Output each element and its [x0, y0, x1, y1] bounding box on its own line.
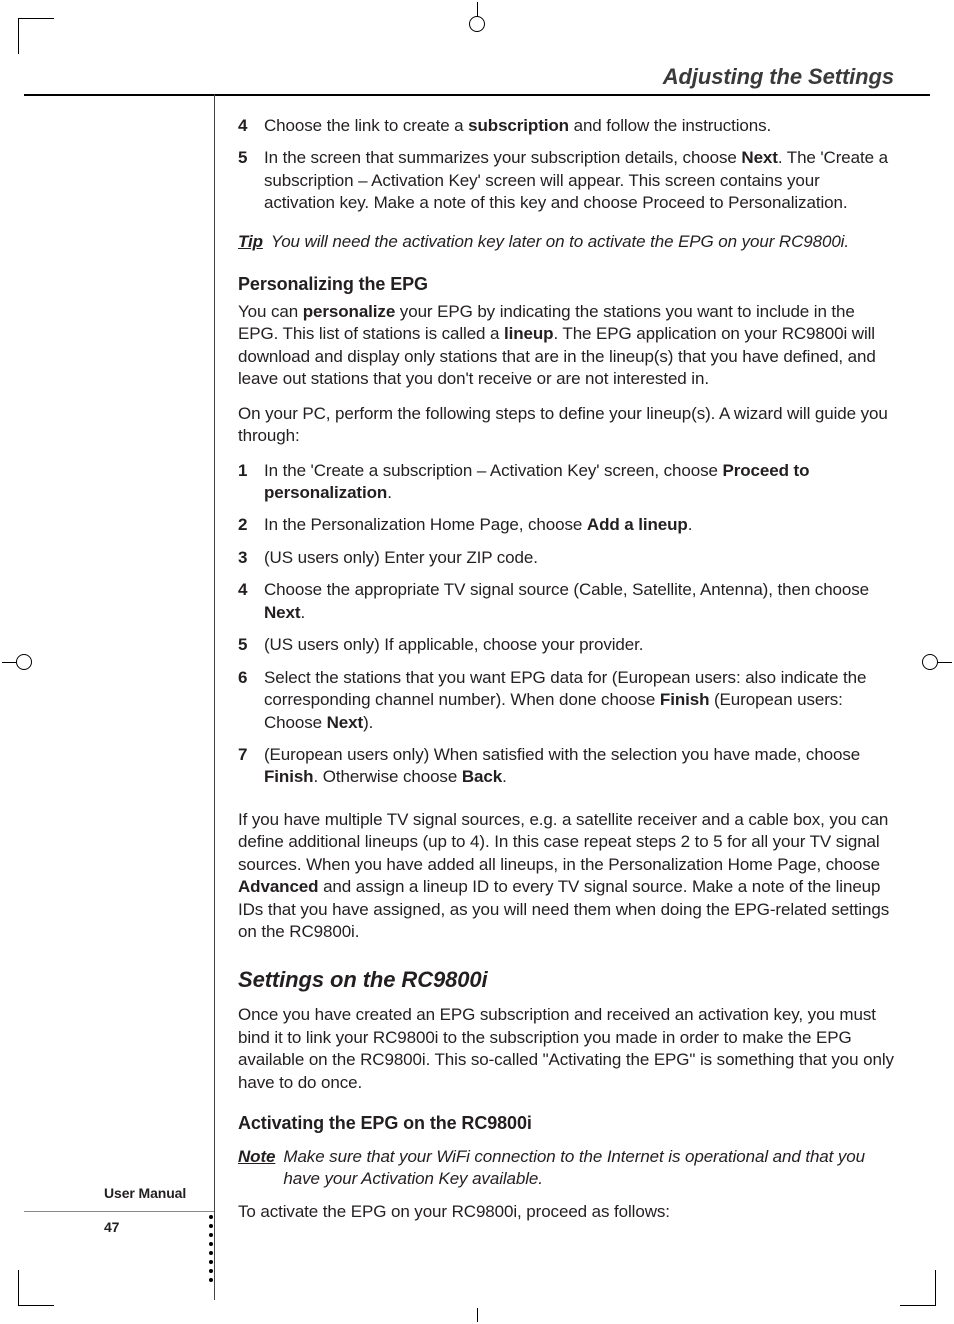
step-4: 4 Choose the link to create a subscripti…	[238, 115, 894, 137]
step-2: 2 In the Personalization Home Page, choo…	[238, 514, 894, 536]
step-1: 1 In the 'Create a subscription – Activa…	[238, 460, 894, 505]
subheading-activating: Activating the EPG on the RC9800i	[238, 1112, 894, 1136]
heading-settings: Settings on the RC9800i	[238, 965, 894, 994]
step-4b: 4 Choose the appropriate TV signal sourc…	[238, 579, 894, 624]
step-3: 3 (US users only) Enter your ZIP code.	[238, 547, 894, 569]
step-number: 7	[238, 744, 264, 789]
step-text: In the screen that summarizes your subsc…	[264, 147, 894, 214]
step-5b: 5 (US users only) If applicable, choose …	[238, 634, 894, 656]
step-6: 6 Select the stations that you want EPG …	[238, 667, 894, 734]
tip-text: You will need the activation key later o…	[271, 231, 849, 253]
step-text: In the Personalization Home Page, choose…	[264, 514, 894, 536]
step-number: 4	[238, 579, 264, 624]
tip-label: Tip	[238, 231, 263, 253]
step-text: Choose the appropriate TV signal source …	[264, 579, 894, 624]
footer-manual-label: User Manual	[104, 1184, 186, 1202]
step-text: In the 'Create a subscription – Activati…	[264, 460, 894, 505]
step-text: Choose the link to create a subscription…	[264, 115, 894, 137]
step-7: 7 (European users only) When satisfied w…	[238, 744, 894, 789]
subheading-personalizing: Personalizing the EPG	[238, 273, 894, 297]
note-text: Make sure that your WiFi connection to t…	[283, 1146, 894, 1191]
header-rule	[24, 94, 930, 96]
step-text: Select the stations that you want EPG da…	[264, 667, 894, 734]
step-text: (US users only) If applicable, choose yo…	[264, 634, 894, 656]
step-text: (European users only) When satisfied wit…	[264, 744, 894, 789]
note-callout: Note Make sure that your WiFi connection…	[238, 1146, 894, 1191]
page-number: 47	[104, 1218, 119, 1236]
step-number: 3	[238, 547, 264, 569]
paragraph: You can personalize your EPG by indicati…	[238, 301, 894, 391]
paragraph-multi-sources: If you have multiple TV signal sources, …	[238, 809, 894, 944]
tip-callout: Tip You will need the activation key lat…	[238, 231, 894, 253]
margin-rule	[214, 94, 215, 1300]
decorative-dots	[209, 1215, 213, 1282]
step-number: 5	[238, 147, 264, 214]
page-header: Adjusting the Settings	[663, 62, 894, 91]
step-number: 5	[238, 634, 264, 656]
step-number: 6	[238, 667, 264, 734]
step-5: 5 In the screen that summarizes your sub…	[238, 147, 894, 214]
paragraph: To activate the EPG on your RC9800i, pro…	[238, 1201, 894, 1223]
steps-continued: 4 Choose the link to create a subscripti…	[238, 115, 894, 215]
note-label: Note	[238, 1146, 275, 1191]
step-number: 1	[238, 460, 264, 505]
steps-personalize: 1 In the 'Create a subscription – Activa…	[238, 460, 894, 789]
footer-rule	[24, 1211, 214, 1212]
step-text: (US users only) Enter your ZIP code.	[264, 547, 894, 569]
step-number: 2	[238, 514, 264, 536]
step-number: 4	[238, 115, 264, 137]
paragraph: On your PC, perform the following steps …	[238, 403, 894, 448]
paragraph: Once you have created an EPG subscriptio…	[238, 1004, 894, 1094]
